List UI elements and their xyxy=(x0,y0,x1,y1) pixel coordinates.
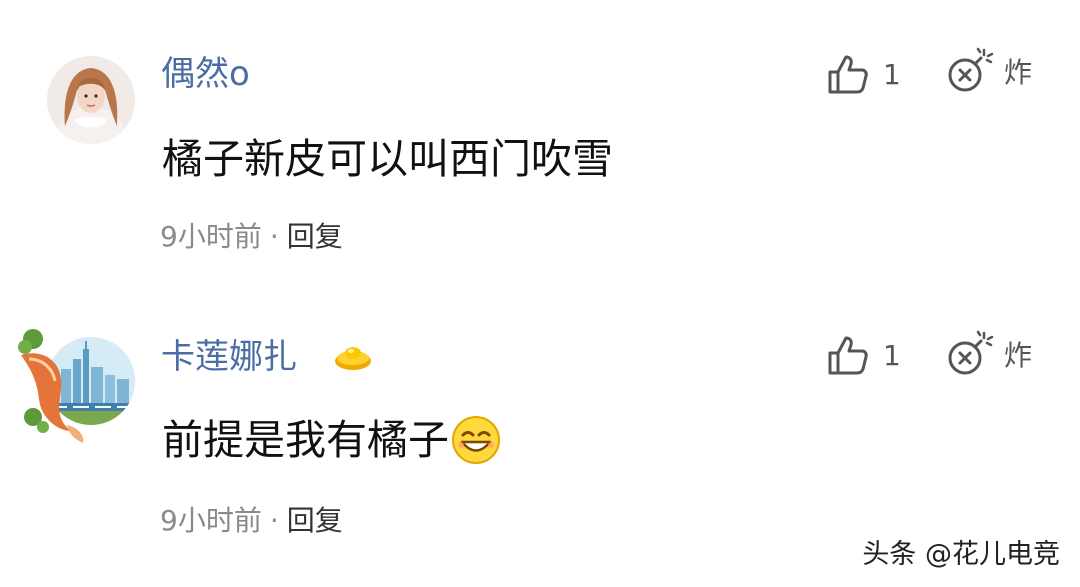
gold-ingot-icon xyxy=(335,347,371,370)
comment-text: 前提是我有橘子 xyxy=(162,415,501,465)
bury-button[interactable]: 炸 xyxy=(944,46,1032,96)
comment-text: 橘子新皮可以叫西门吹雪 xyxy=(162,134,613,184)
bury-label: 炸 xyxy=(1004,339,1033,372)
bury-button[interactable]: 炸 xyxy=(944,329,1032,379)
meta-separator: · xyxy=(269,504,279,537)
timestamp: 9小时前 xyxy=(160,220,262,253)
thumbs-up-icon xyxy=(828,55,868,94)
like-count: 1 xyxy=(883,57,901,91)
comment-meta: 9小时前 · 回复 xyxy=(160,504,343,538)
comment-list: 偶然o 橘子新皮可以叫西门吹雪 9小时前 · 回复 1 炸 卡莲娜扎 前提是我有… xyxy=(0,0,1080,587)
avatar-image xyxy=(18,329,135,443)
username[interactable]: 卡莲娜扎 xyxy=(161,337,297,377)
watermark: 头条 @花儿电竞 xyxy=(862,539,1060,570)
thumbs-up-icon xyxy=(828,336,868,375)
meta-separator: · xyxy=(269,220,279,253)
avatar[interactable] xyxy=(47,56,135,144)
comment-text-content: 前提是我有橘子 xyxy=(162,416,449,464)
reply-button[interactable]: 回复 xyxy=(287,220,343,253)
like-button[interactable]: 1 xyxy=(827,333,901,377)
timestamp: 9小时前 xyxy=(160,504,262,537)
avatar[interactable] xyxy=(18,329,135,443)
comment-text-content: 橘子新皮可以叫西门吹雪 xyxy=(162,135,613,183)
bomb-icon xyxy=(948,47,994,92)
reply-button[interactable]: 回复 xyxy=(287,504,343,537)
comment-item: 偶然o 橘子新皮可以叫西门吹雪 9小时前 · 回复 1 炸 xyxy=(0,0,1080,285)
avatar-image xyxy=(47,56,135,144)
like-count: 1 xyxy=(883,338,901,372)
comment-item: 卡莲娜扎 前提是我有橘子 9小时前 · 回复 1 炸 xyxy=(0,285,1080,570)
like-button[interactable]: 1 xyxy=(827,52,901,96)
bomb-icon xyxy=(948,330,994,375)
bury-label: 炸 xyxy=(1004,56,1033,89)
username[interactable]: 偶然o xyxy=(161,54,250,94)
comment-meta: 9小时前 · 回复 xyxy=(160,220,343,254)
grinning-face-emoji xyxy=(452,416,500,464)
